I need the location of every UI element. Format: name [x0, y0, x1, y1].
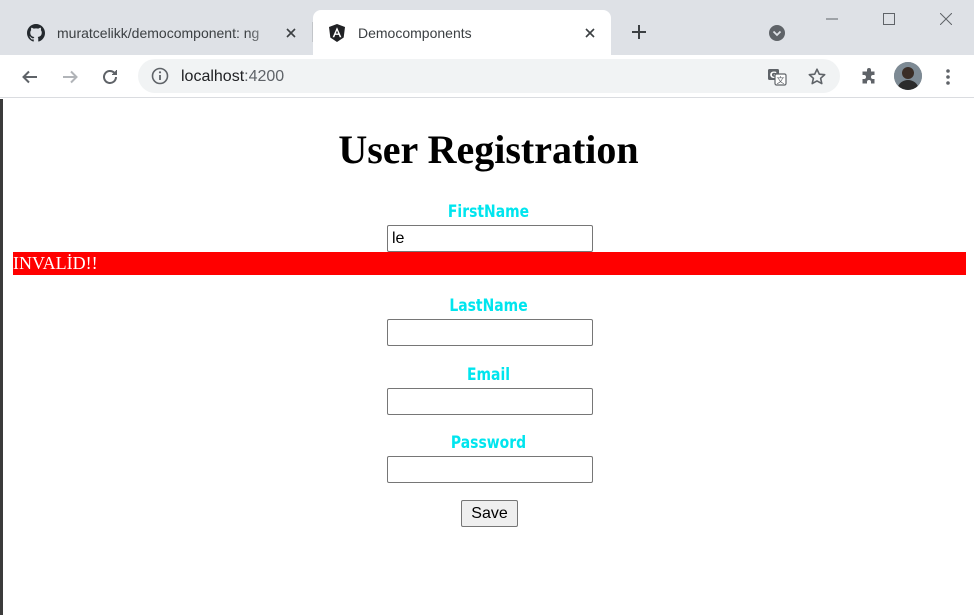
- page-title: User Registration: [338, 127, 639, 172]
- tab-strip: muratcelikk/democomponent: ng Democompon…: [0, 0, 974, 55]
- url-host: localhost: [181, 68, 245, 85]
- svg-text:文: 文: [777, 75, 785, 85]
- firstname-input[interactable]: [387, 225, 593, 252]
- password-label: Password: [450, 433, 527, 453]
- lastname-input[interactable]: [387, 319, 593, 346]
- tab-democomponents[interactable]: Democomponents: [313, 10, 611, 55]
- address-url[interactable]: localhost:4200: [181, 68, 284, 86]
- email-label: Email: [466, 365, 510, 385]
- close-tab-icon[interactable]: [579, 22, 601, 44]
- tab-search-icon[interactable]: [766, 22, 788, 44]
- email-input[interactable]: [387, 388, 593, 415]
- tab-github[interactable]: muratcelikk/democomponent: ng: [14, 10, 312, 55]
- window-close-icon[interactable]: [923, 5, 969, 33]
- tab-title: muratcelikk/democomponent: ng: [57, 24, 260, 41]
- url-port: :4200: [244, 68, 285, 85]
- maximize-icon[interactable]: [866, 5, 912, 33]
- reload-icon[interactable]: [96, 63, 124, 91]
- new-tab-plus-icon[interactable]: [627, 20, 651, 44]
- page-viewport: User Registration FirstName INVALİD!! La…: [3, 99, 974, 615]
- github-icon: [26, 23, 46, 43]
- password-input[interactable]: [387, 456, 593, 483]
- more-vertical-icon[interactable]: [934, 63, 962, 91]
- save-button[interactable]: Save: [461, 500, 518, 527]
- translate-icon[interactable]: G文: [766, 66, 788, 88]
- minimize-icon[interactable]: [809, 5, 855, 33]
- angular-icon: [327, 23, 347, 43]
- invalid-error-message: INVALİD!!: [13, 252, 966, 275]
- address-bar[interactable]: localhost:4200 G文: [138, 59, 840, 93]
- back-arrow-icon[interactable]: [16, 63, 44, 91]
- info-icon[interactable]: [150, 66, 170, 86]
- close-tab-icon[interactable]: [280, 22, 302, 44]
- browser-toolbar: localhost:4200 G文: [0, 55, 974, 98]
- extensions-puzzle-icon[interactable]: [855, 63, 883, 91]
- bookmark-star-icon[interactable]: [806, 66, 828, 88]
- firstname-label: FirstName: [447, 202, 530, 222]
- forward-arrow-icon[interactable]: [56, 63, 84, 91]
- tab-title: Democomponents: [358, 24, 472, 41]
- lastname-label: LastName: [449, 296, 528, 316]
- profile-avatar[interactable]: [894, 62, 922, 90]
